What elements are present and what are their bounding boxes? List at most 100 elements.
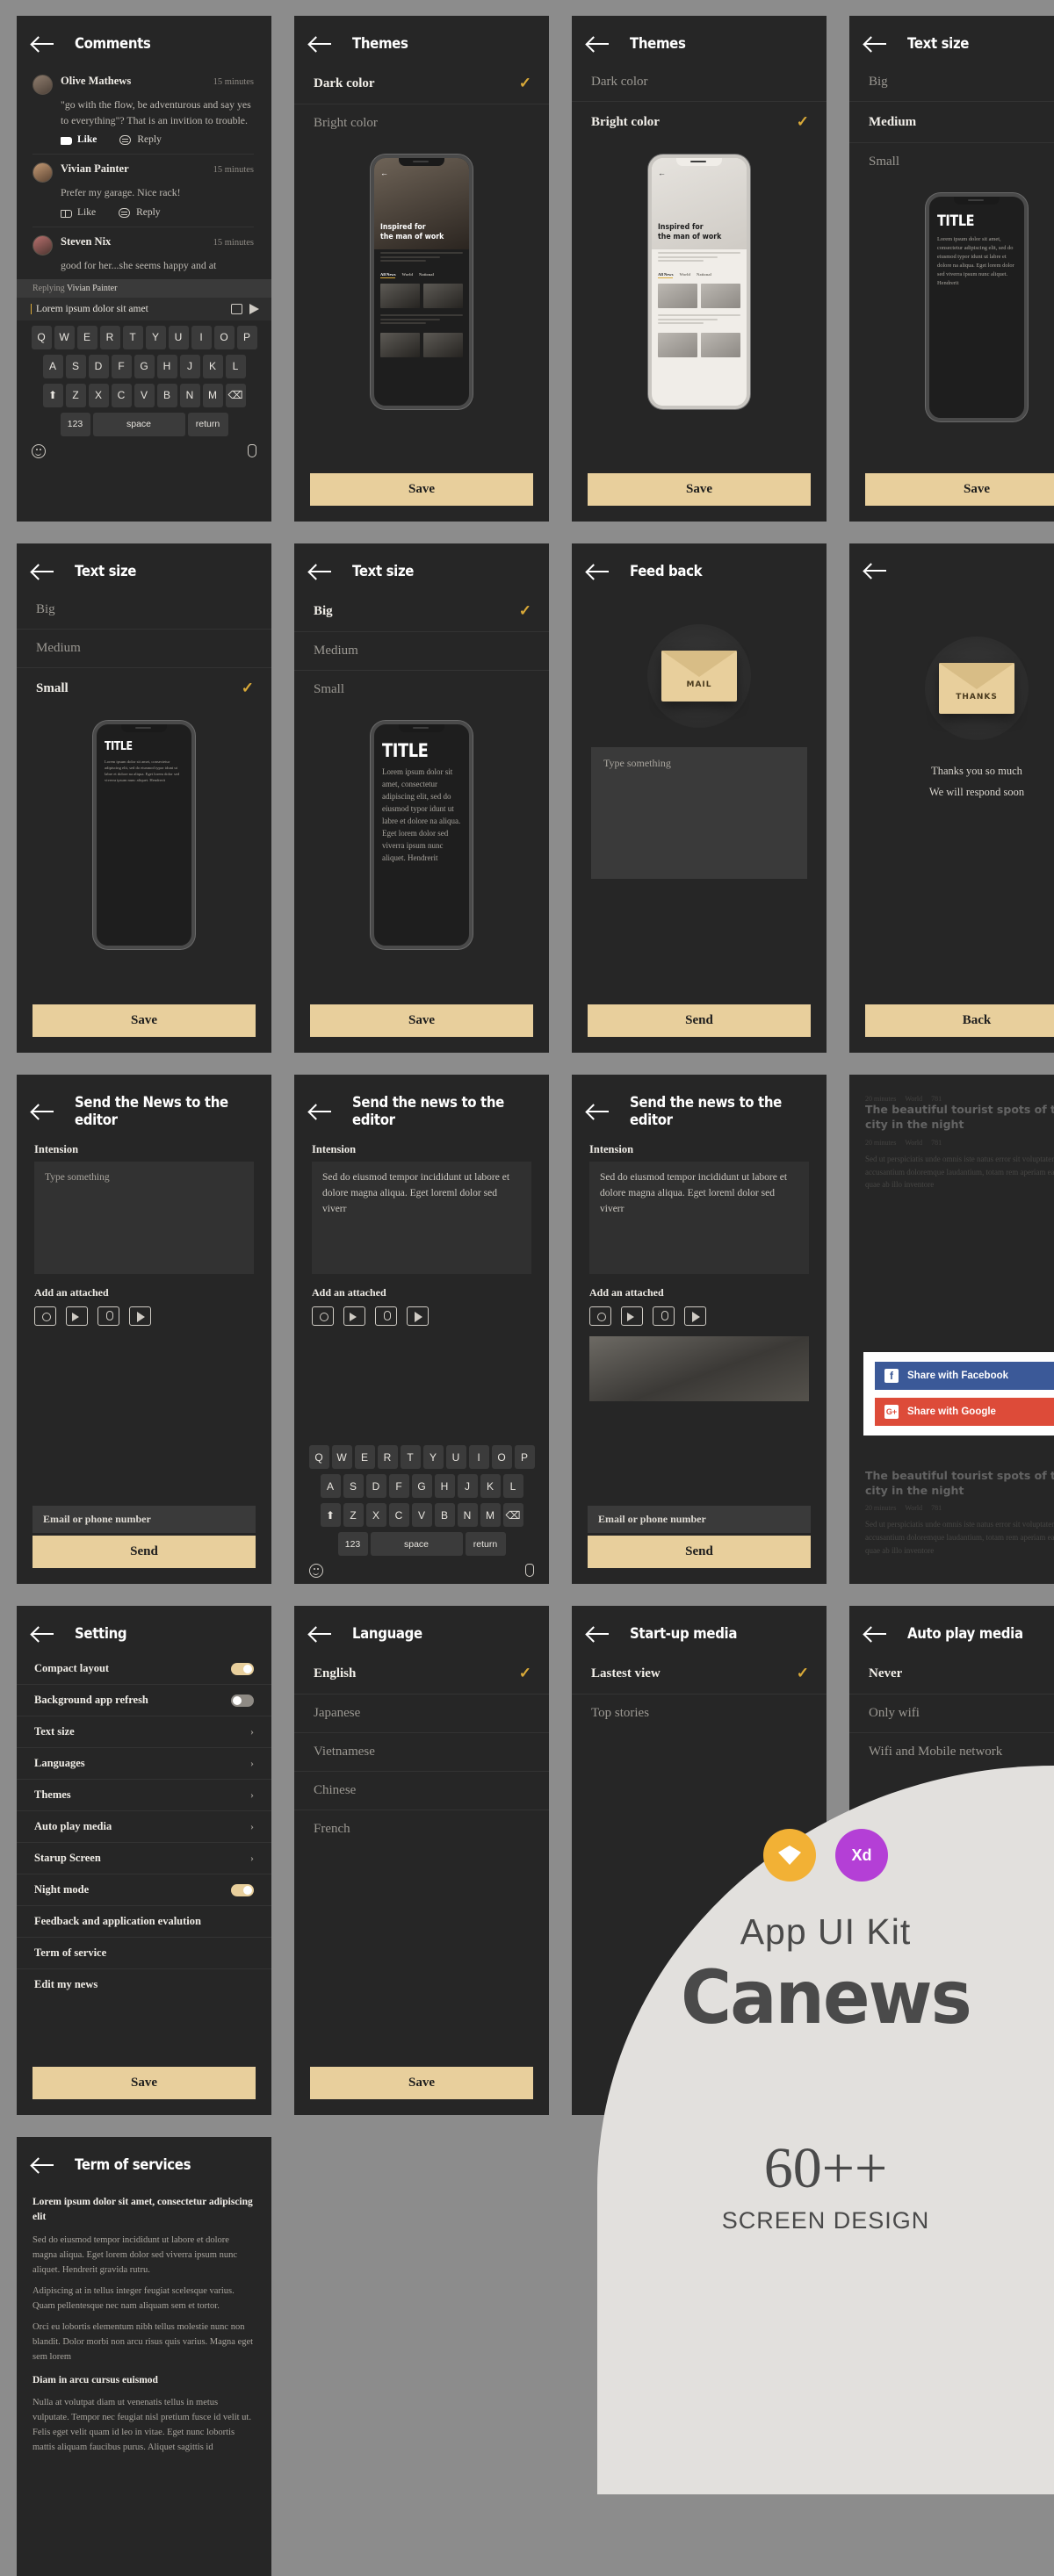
send-button[interactable]: Send (588, 1536, 811, 1568)
play-icon[interactable] (129, 1306, 151, 1326)
key[interactable]: N (457, 1503, 478, 1527)
emoji-icon[interactable] (32, 443, 46, 458)
toggle-background-refresh[interactable] (231, 1694, 254, 1707)
key[interactable]: J (457, 1474, 478, 1498)
key[interactable]: E (354, 1445, 375, 1469)
key[interactable]: P (236, 325, 257, 349)
video-icon[interactable] (621, 1306, 643, 1326)
intension-textarea[interactable]: Type something (34, 1162, 254, 1274)
feedback-textarea[interactable]: Type something (591, 747, 807, 879)
send-icon[interactable] (249, 303, 259, 314)
option-chinese[interactable]: Chinese (294, 1772, 549, 1810)
key[interactable]: X (88, 383, 109, 407)
back-arrow-icon[interactable] (32, 36, 55, 52)
save-button[interactable]: Save (310, 473, 533, 506)
toggle-night-mode[interactable] (231, 1883, 254, 1896)
key[interactable]: G (411, 1474, 432, 1498)
back-arrow-icon[interactable] (310, 1104, 333, 1119)
camera-icon[interactable] (589, 1306, 611, 1326)
microphone-icon[interactable] (97, 1306, 119, 1326)
backspace-key[interactable]: ⌫ (225, 383, 246, 407)
save-button[interactable]: Save (865, 473, 1054, 506)
save-button[interactable]: Save (310, 1004, 533, 1037)
option-medium[interactable]: Medium (294, 632, 549, 671)
microphone-icon[interactable] (375, 1306, 397, 1326)
option-medium[interactable]: Medium ✓ (849, 102, 1054, 143)
key[interactable]: C (111, 383, 132, 407)
setting-row-languages[interactable]: Languages › (17, 1748, 271, 1780)
email-input[interactable]: Email or phone number (32, 1506, 256, 1533)
key[interactable]: T (122, 325, 143, 349)
key[interactable]: A (42, 354, 63, 378)
reply-button[interactable]: Reply (119, 134, 162, 145)
back-arrow-icon[interactable] (310, 1626, 333, 1642)
send-button[interactable]: Send (32, 1536, 256, 1568)
key[interactable]: Y (422, 1445, 444, 1469)
option-big[interactable]: Big (849, 63, 1054, 102)
key[interactable]: X (365, 1503, 386, 1527)
intension-textarea[interactable]: Sed do eiusmod tempor incididunt ut labo… (589, 1162, 809, 1274)
setting-row-auto-play-media[interactable]: Auto play media › (17, 1811, 271, 1843)
option-dark-color[interactable]: Dark color ✓ (294, 63, 549, 104)
space-key[interactable]: space (370, 1532, 463, 1556)
key[interactable]: D (365, 1474, 386, 1498)
comment-input[interactable]: Lorem ipsum dolor sit amet (31, 303, 224, 314)
share-facebook-button[interactable]: f Share with Facebook (875, 1362, 1054, 1390)
back-arrow-icon[interactable] (32, 1104, 55, 1119)
key[interactable]: U (168, 325, 189, 349)
back-arrow-icon[interactable] (588, 1104, 610, 1119)
key[interactable]: I (468, 1445, 489, 1469)
return-key[interactable]: return (465, 1532, 506, 1556)
key[interactable]: V (411, 1503, 432, 1527)
back-arrow-icon[interactable] (32, 2157, 55, 2173)
option-french[interactable]: French (294, 1810, 549, 1848)
back-button[interactable]: Back (865, 1004, 1054, 1037)
setting-row-starup-screen[interactable]: Starup Screen › (17, 1843, 271, 1874)
option-dark-color[interactable]: Dark color (572, 63, 827, 102)
key[interactable]: J (179, 354, 200, 378)
key[interactable]: C (388, 1503, 409, 1527)
reply-button[interactable]: Reply (119, 207, 161, 218)
key[interactable]: E (76, 325, 97, 349)
setting-row-text-size[interactable]: Text size › (17, 1716, 271, 1748)
option-only-wifi[interactable]: Only wifi (849, 1695, 1054, 1733)
key[interactable]: P (514, 1445, 535, 1469)
key[interactable]: W (54, 325, 75, 349)
back-arrow-icon[interactable] (310, 564, 333, 579)
setting-row-themes[interactable]: Themes › (17, 1780, 271, 1811)
play-icon[interactable] (684, 1306, 706, 1326)
save-button[interactable]: Save (588, 473, 811, 506)
setting-row-edit-my-news[interactable]: Edit my news (17, 1969, 271, 2000)
key[interactable]: L (225, 354, 246, 378)
space-key[interactable]: space (92, 412, 185, 436)
setting-row-feedback[interactable]: Feedback and application evalution (17, 1906, 271, 1938)
backspace-key[interactable]: ⌫ (502, 1503, 523, 1527)
key[interactable]: H (156, 354, 177, 378)
key[interactable]: F (111, 354, 132, 378)
video-icon[interactable] (343, 1306, 365, 1326)
key[interactable]: O (213, 325, 235, 349)
attach-icon[interactable] (231, 303, 242, 314)
camera-icon[interactable] (312, 1306, 334, 1326)
key[interactable]: B (156, 383, 177, 407)
share-google-button[interactable]: G+ Share with Google (875, 1398, 1054, 1426)
like-button[interactable]: Like (61, 207, 96, 219)
key[interactable]: M (202, 383, 223, 407)
option-bright-color[interactable]: Bright color (294, 104, 549, 142)
key[interactable]: H (434, 1474, 455, 1498)
numbers-key[interactable]: 123 (337, 1532, 368, 1556)
save-button[interactable]: Save (310, 2067, 533, 2099)
email-input[interactable]: Email or phone number (588, 1506, 811, 1533)
key[interactable]: Y (145, 325, 166, 349)
video-icon[interactable] (66, 1306, 88, 1326)
shift-key[interactable]: ⬆ (42, 383, 63, 407)
key[interactable]: Z (65, 383, 86, 407)
key[interactable]: L (502, 1474, 523, 1498)
key[interactable]: Z (343, 1503, 364, 1527)
key[interactable]: B (434, 1503, 455, 1527)
back-arrow-icon[interactable] (32, 564, 55, 579)
key[interactable]: O (491, 1445, 512, 1469)
key[interactable]: I (191, 325, 212, 349)
key[interactable]: R (377, 1445, 398, 1469)
back-arrow-icon[interactable] (588, 1626, 610, 1642)
